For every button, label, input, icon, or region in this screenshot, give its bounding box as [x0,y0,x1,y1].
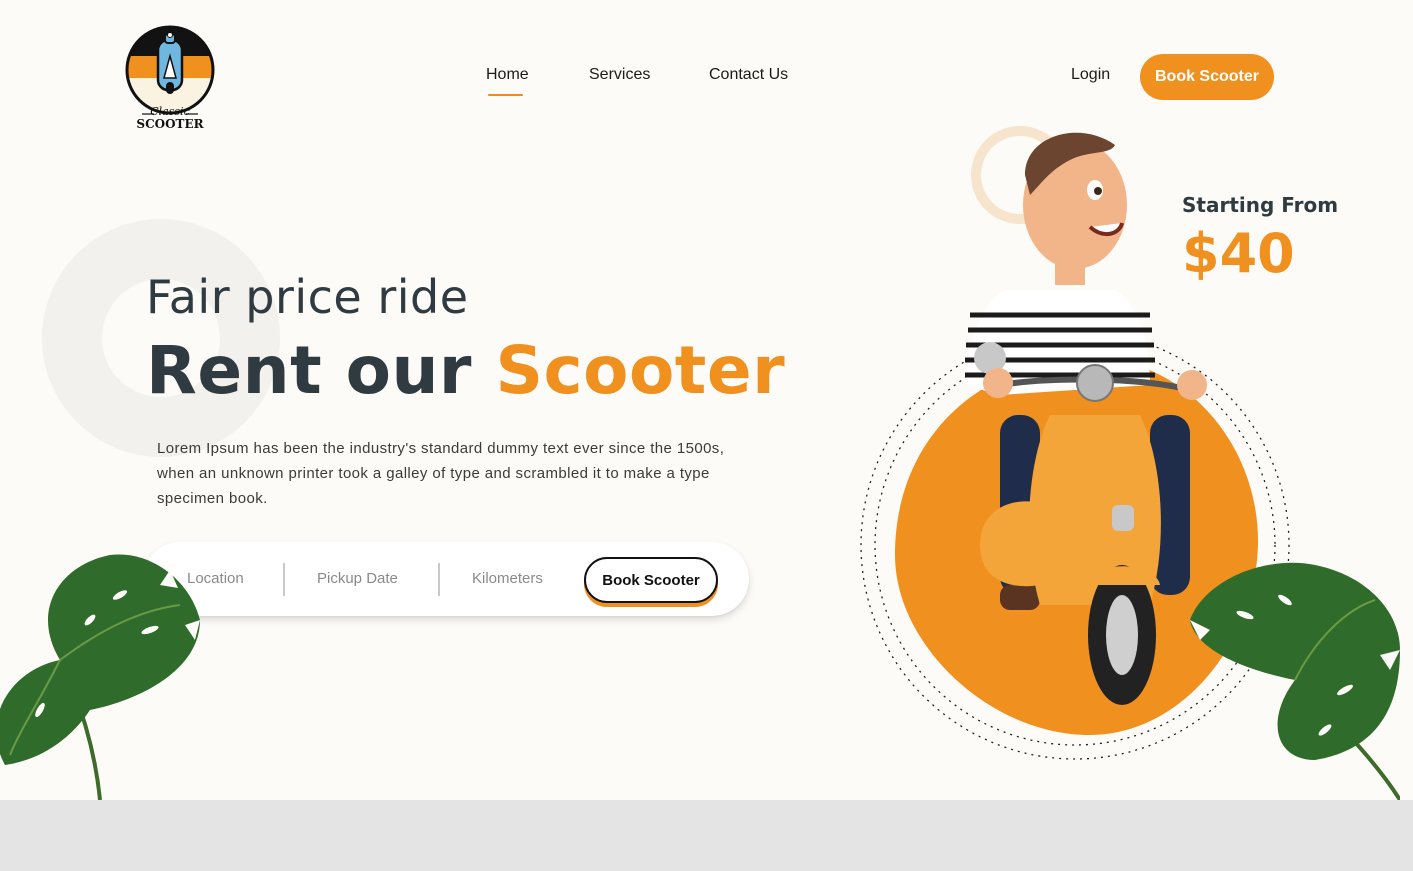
hero-description: Lorem Ipsum has been the industry's stan… [157,440,725,507]
price-value: $40 [1182,222,1295,285]
pickup-date-field[interactable]: Pickup Date [317,570,398,587]
book-scooter-button[interactable]: Book Scooter [584,557,718,603]
starting-from-label: Starting From [1182,193,1339,217]
login-link[interactable]: Login [1071,66,1110,84]
book-scooter-header-button[interactable]: Book Scooter [1140,54,1274,100]
monstera-leaf-icon [1190,562,1400,800]
scooter-logo-icon[interactable]: Classic SCOOTER [124,20,216,136]
nav-services[interactable]: Services [589,66,650,84]
kilometers-field[interactable]: Kilometers [472,570,543,587]
page-bottom-strip [0,800,1413,871]
hero-subtitle: Fair price ride [146,270,469,324]
booking-bar: Location Pickup Date Kilometers Book Sco… [143,542,749,616]
nav-home[interactable]: Home [486,66,529,96]
hero-title: Rent our Scooter [146,332,785,409]
hero-title-accent: Scooter [495,332,786,409]
booking-divider [438,563,440,596]
nav-contact-us[interactable]: Contact Us [709,66,788,84]
monstera-leaf-icon [0,554,200,800]
logo-wordmark: SCOOTER [136,117,204,131]
landing-page: Classic SCOOTER Home Services Contact Us… [0,0,1400,800]
page-right-edge [1400,0,1413,800]
booking-divider [283,563,285,596]
hero-title-main: Rent our [146,332,472,409]
